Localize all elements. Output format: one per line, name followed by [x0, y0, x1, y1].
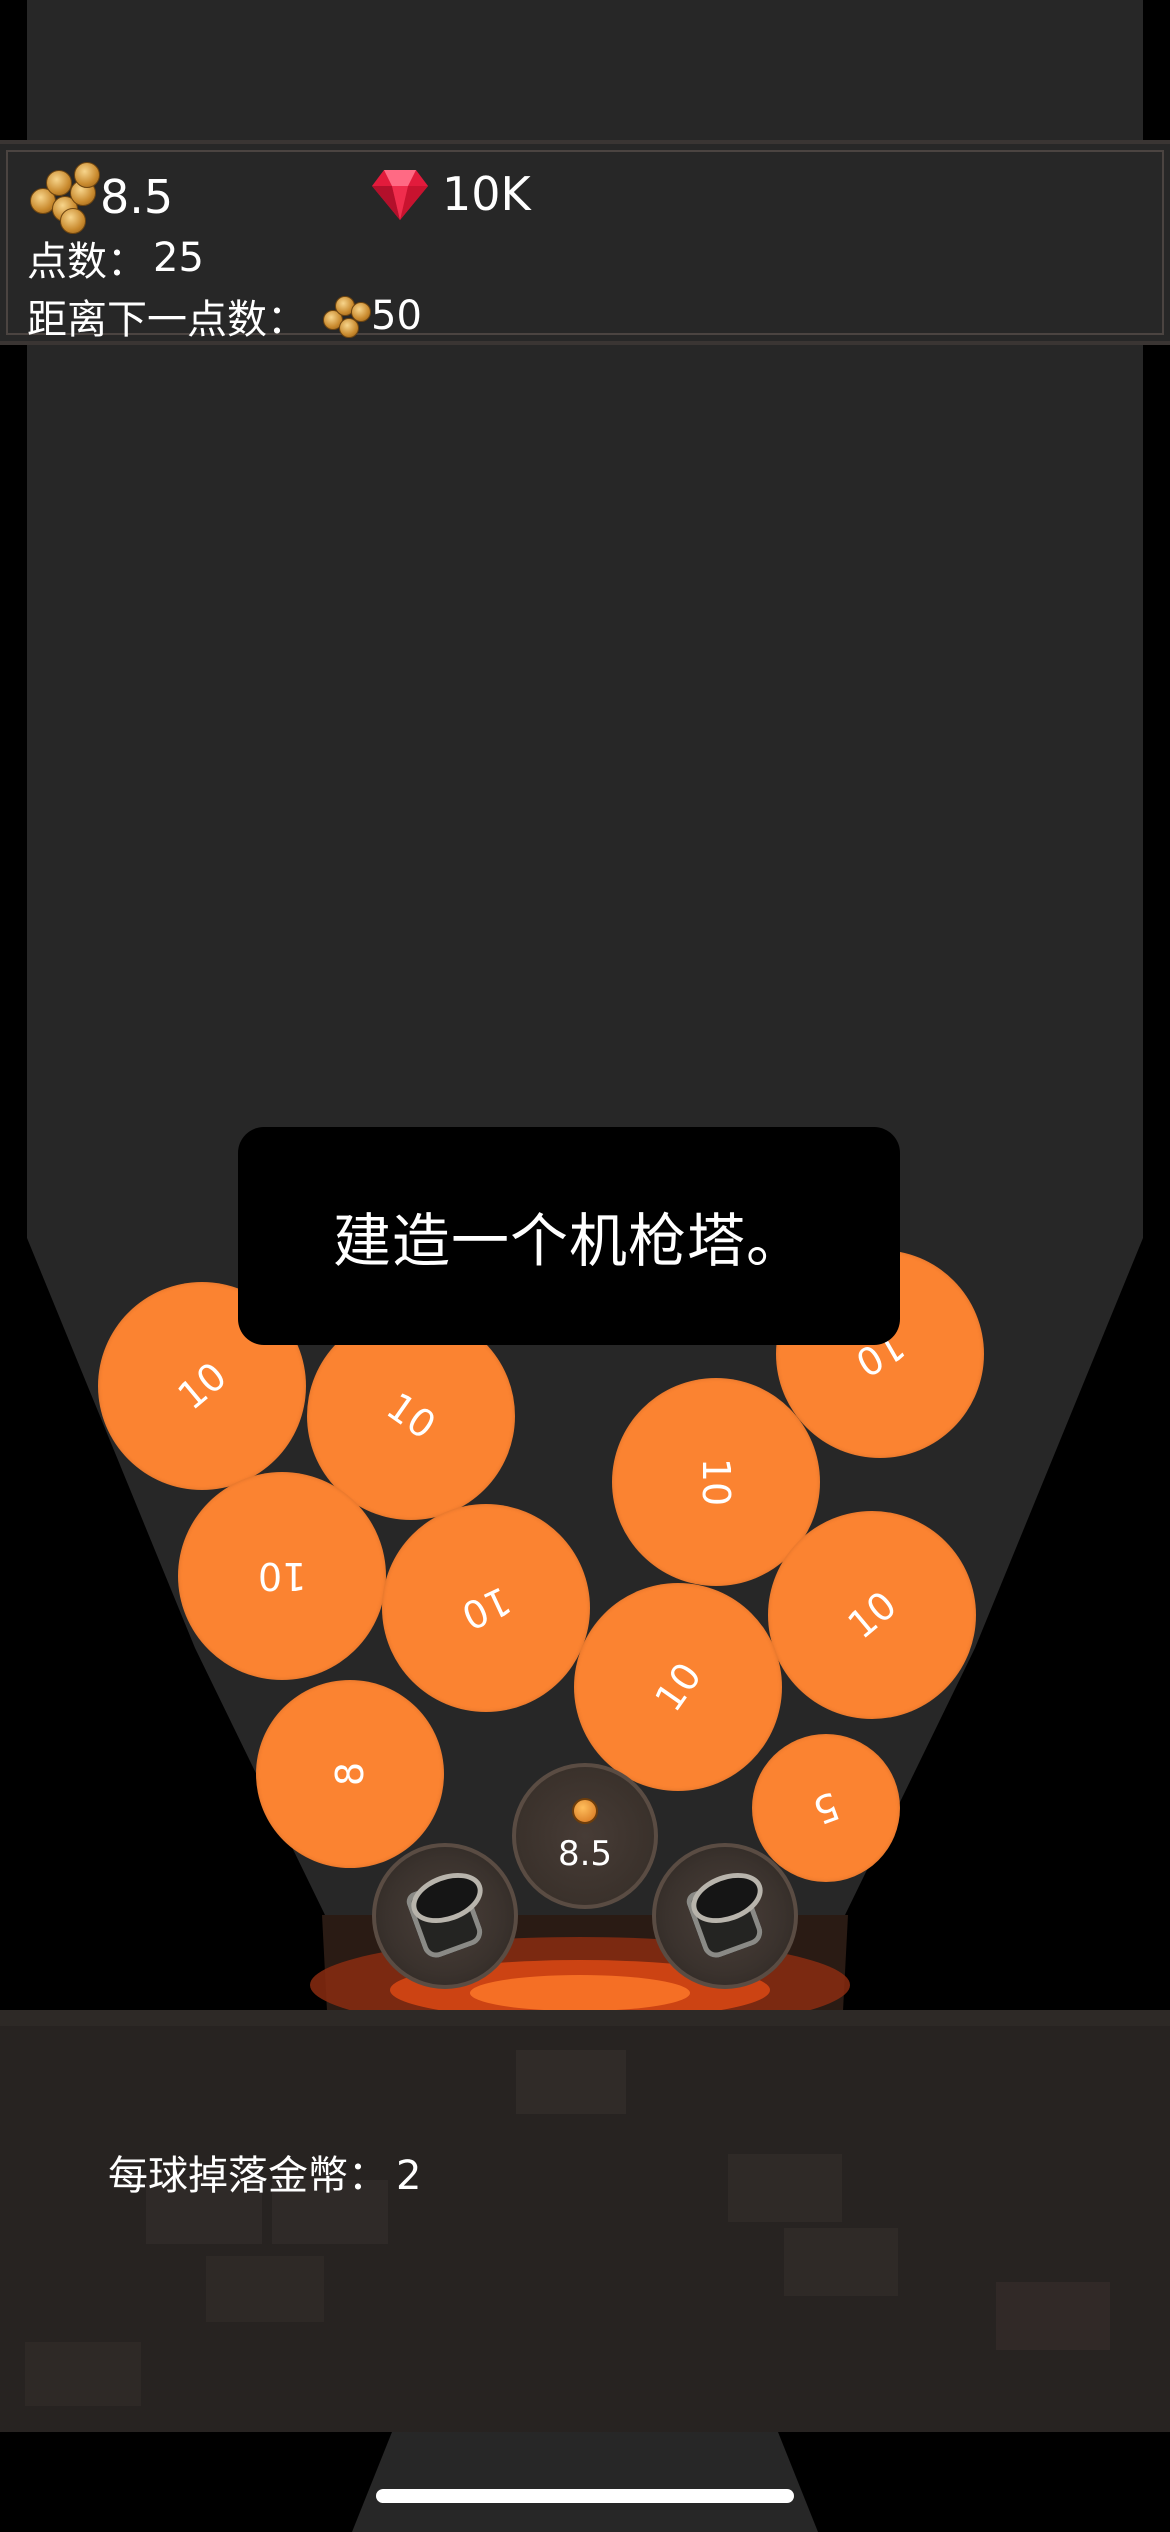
drop-coin-label: 每球掉落金幣： 2: [108, 2143, 421, 2201]
bottom-build-panel: [0, 2010, 1170, 2432]
drop-coin-value: 2: [396, 2153, 422, 2199]
coin-stack-icon: [30, 162, 100, 234]
ball: 8: [256, 1680, 444, 1868]
resource-header: 8.5 10K 点数： 25 距离下一点数： 50: [0, 140, 1170, 345]
gem-count: 10K: [442, 167, 531, 221]
red-gem-icon: [372, 170, 428, 220]
drop-coin-text: 每球掉落金幣：: [108, 2153, 388, 2199]
points-label: 点数：: [27, 239, 147, 285]
next-point-label: 距离下一点数：: [27, 297, 307, 343]
coin-stack-small-icon: [323, 292, 371, 340]
coin-counter: 8.5: [30, 162, 174, 234]
points-value: 25: [153, 235, 204, 281]
gem-counter: 10K: [370, 164, 531, 224]
coin-icon: [572, 1798, 598, 1824]
tutorial-tooltip[interactable]: 建造一个机枪塔。: [238, 1127, 900, 1345]
ball: 5: [752, 1734, 900, 1882]
ball: 10: [574, 1583, 782, 1791]
center-coin-slot[interactable]: 8.5: [512, 1763, 658, 1909]
left-cannon-turret[interactable]: [372, 1843, 518, 1989]
home-indicator[interactable]: [376, 2489, 794, 2503]
ball: 10: [178, 1472, 386, 1680]
tooltip-text: 建造一个机枪塔。: [332, 1207, 805, 1275]
center-slot-value: 8.5: [557, 1834, 613, 1874]
right-cannon-turret[interactable]: [652, 1843, 798, 1989]
ball: 10: [382, 1504, 590, 1712]
next-point-row: 距离下一点数： 50: [27, 287, 422, 345]
points-row: 点数： 25: [27, 229, 204, 287]
next-point-value: 50: [371, 293, 422, 339]
ball: 10: [768, 1511, 976, 1719]
coin-count: 8.5: [100, 170, 174, 224]
